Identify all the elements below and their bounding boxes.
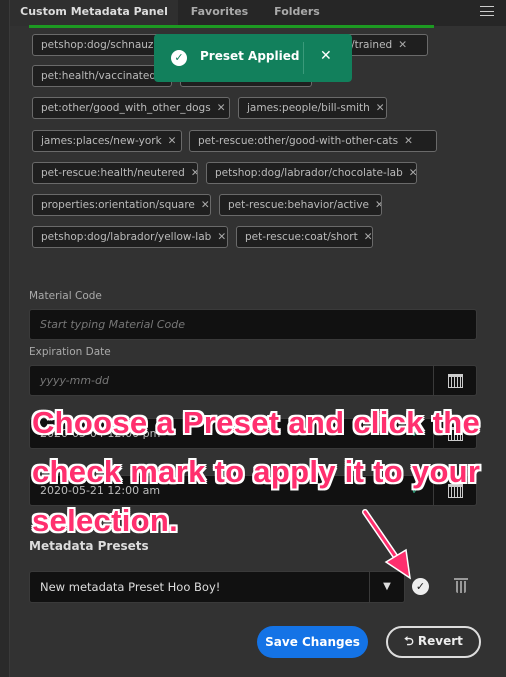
calendar-button[interactable] <box>433 366 476 395</box>
remove-tag-icon[interactable]: ✕ <box>398 39 407 51</box>
remove-tag-icon[interactable]: ✕ <box>217 231 226 243</box>
remove-tag-icon[interactable]: ✕ <box>217 102 226 114</box>
placeholder: yyyy-mm-dd <box>40 374 109 387</box>
tag[interactable]: pet-rescue:other/good-with-other-cats ✕ <box>189 130 437 152</box>
tag[interactable]: pet-rescue:coat/short ✕ <box>236 226 373 248</box>
tag-label: petshop:dog/labrador/yellow-lab <box>41 231 212 243</box>
tag-label: pet-rescue:behavior/active <box>228 199 370 211</box>
tag[interactable]: pet-rescue:health/neutered ✕ <box>32 162 198 184</box>
tag[interactable]: pet:health/vaccinated <box>32 65 172 87</box>
tag-label: petshop:dog/labrador/chocolate-lab <box>215 167 403 179</box>
tab-bar: Custom Metadata Panel Favorites Folders <box>10 0 506 26</box>
tag-label: properties:orientation/square <box>41 199 195 211</box>
remove-tag-icon[interactable]: ✕ <box>364 231 372 243</box>
tag-label: pet:other/good_with_other_dogs <box>41 102 211 114</box>
remove-tag-icon[interactable]: ✕ <box>404 135 413 147</box>
expiration-date-label: Expiration Date <box>29 346 111 358</box>
tag[interactable]: properties:orientation/square ✕ <box>32 194 211 216</box>
tab-custom-metadata-panel[interactable]: Custom Metadata Panel <box>10 0 178 26</box>
preset-selected-value: New metadata Preset Hoo Boy! <box>40 580 221 594</box>
remove-tag-icon[interactable]: ✕ <box>409 167 416 179</box>
tag[interactable]: james:places/new-york ✕ <box>32 130 182 152</box>
tag[interactable]: pet-rescue:behavior/active ✕ <box>219 194 382 216</box>
tag-label: james:places/new-york <box>41 135 162 147</box>
tag-label: pet-rescue:health/neutered <box>41 167 185 179</box>
tutorial-annotation: Choose a Preset and click the check mark… <box>32 405 481 538</box>
tag[interactable]: pet:other/good_with_other_dogs ✕ <box>32 97 230 119</box>
tag-label: pet-rescue:coat/short <box>245 231 358 243</box>
tag[interactable]: petshop:dog/labrador/yellow-lab ✕ <box>32 226 228 248</box>
calendar-icon <box>447 373 463 388</box>
tag[interactable]: james:people/bill-smith ✕ <box>238 97 387 119</box>
tab-favorites[interactable]: Favorites <box>178 0 261 26</box>
hamburger-menu-icon[interactable] <box>480 6 494 16</box>
tag-label: james:people/bill-smith <box>247 102 370 114</box>
toast-divider <box>303 42 304 74</box>
close-icon[interactable]: ✕ <box>320 48 332 64</box>
trash-icon[interactable] <box>454 578 468 593</box>
left-edge <box>0 0 10 677</box>
revert-button[interactable]: ⮌ Revert <box>386 626 481 658</box>
toast-message: Preset Applied <box>200 49 300 63</box>
remove-tag-icon[interactable]: ✕ <box>375 199 381 211</box>
tag-label: pet-rescue:other/good-with-other-cats <box>198 135 399 147</box>
preset-select[interactable]: New metadata Preset Hoo Boy! ▼ <box>29 571 405 603</box>
expiration-date-input[interactable]: yyyy-mm-dd <box>29 365 477 396</box>
toast-notification: ✓ Preset Applied ✕ <box>154 34 352 82</box>
remove-tag-icon[interactable]: ✕ <box>168 135 177 147</box>
tag-label: pet:health/vaccinated <box>41 70 156 82</box>
tag-label: petshop:dog/schnauzer <box>41 39 165 51</box>
undo-icon: ⮌ <box>404 633 418 648</box>
remove-tag-icon[interactable]: ✕ <box>201 199 210 211</box>
material-code-label: Material Code <box>29 290 102 302</box>
annotation-arrow-icon <box>362 509 411 580</box>
remove-tag-icon[interactable]: ✕ <box>376 102 385 114</box>
tag[interactable]: petshop:dog/labrador/chocolate-lab ✕ <box>206 162 417 184</box>
tab-folders[interactable]: Folders <box>261 0 333 26</box>
revert-label: Revert <box>417 633 463 648</box>
progress-bar <box>29 25 434 28</box>
save-changes-button[interactable]: Save Changes <box>257 626 368 658</box>
remove-tag-icon[interactable]: ✕ <box>191 167 197 179</box>
material-code-input[interactable]: Start typing Material Code <box>29 309 477 340</box>
checkmark-circle-icon: ✓ <box>171 50 187 66</box>
